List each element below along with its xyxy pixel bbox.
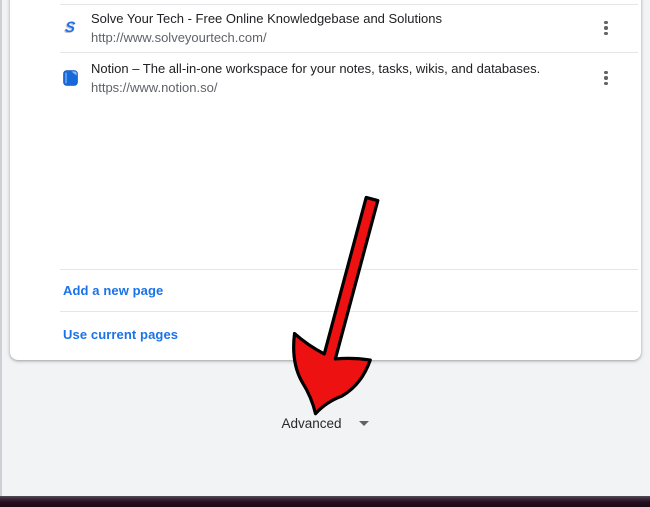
page-title: Solve Your Tech - Free Online Knowledgeb… bbox=[91, 10, 442, 27]
use-current-pages-button[interactable]: Use current pages bbox=[10, 311, 641, 358]
page-url: https://www.notion.so/ bbox=[91, 79, 540, 96]
solve-your-tech-favicon: S bbox=[62, 20, 78, 36]
add-new-page-button[interactable]: Add a new page bbox=[10, 269, 641, 311]
page-url: http://www.solveyourtech.com/ bbox=[91, 29, 442, 46]
use-current-pages-label: Use current pages bbox=[63, 327, 178, 342]
notion-favicon bbox=[62, 70, 78, 86]
kebab-menu-icon[interactable] bbox=[593, 15, 619, 41]
startup-page-row-solveyourtech: S Solve Your Tech - Free Online Knowledg… bbox=[10, 4, 641, 52]
advanced-button[interactable]: Advanced bbox=[0, 410, 650, 436]
add-new-page-label: Add a new page bbox=[63, 283, 163, 298]
chevron-down-icon bbox=[359, 421, 369, 426]
kebab-menu-icon[interactable] bbox=[593, 65, 619, 91]
startup-page-row-notion: Notion – The all-in-one workspace for yo… bbox=[10, 53, 641, 103]
advanced-label: Advanced bbox=[281, 416, 341, 431]
screen-bottom-bar bbox=[0, 496, 650, 507]
page-title: Notion – The all-in-one workspace for yo… bbox=[91, 60, 540, 77]
startup-pages-card: S Solve Your Tech - Free Online Knowledg… bbox=[10, 0, 641, 360]
